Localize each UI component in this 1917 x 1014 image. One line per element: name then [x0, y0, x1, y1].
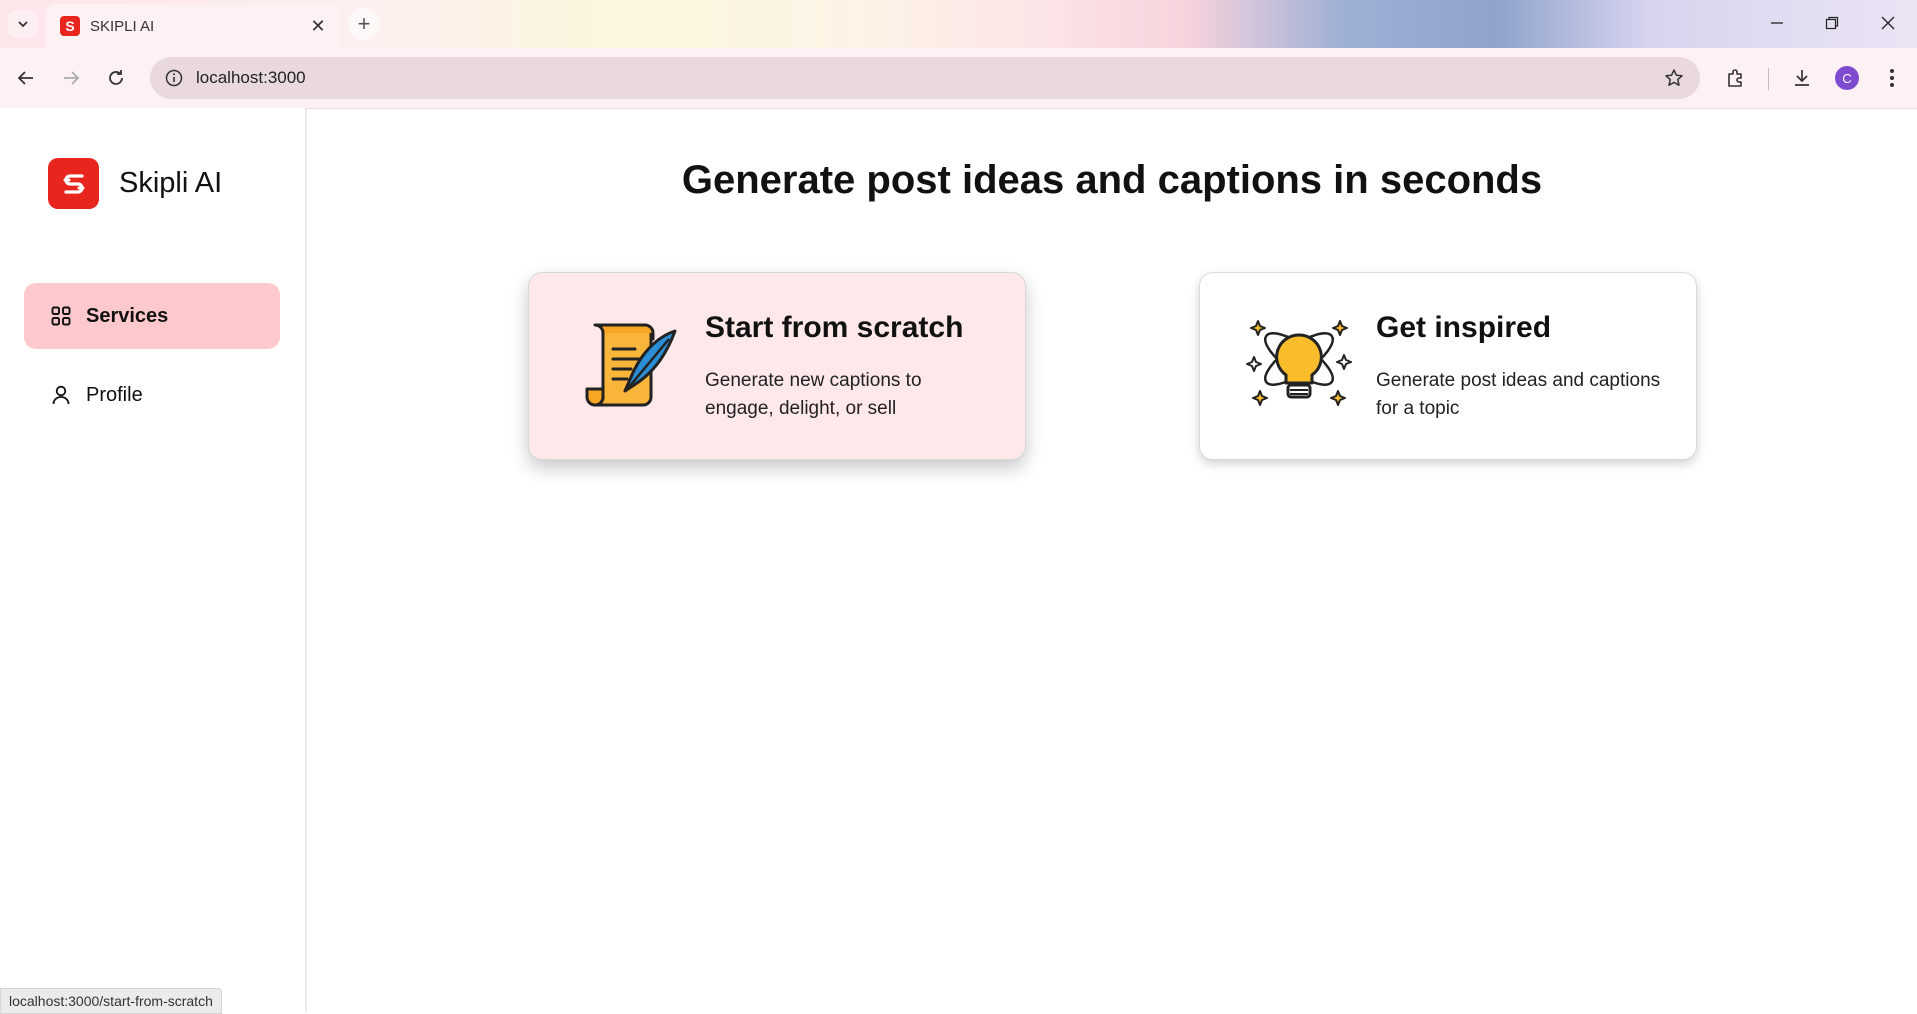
back-button[interactable]	[10, 62, 42, 94]
card-title: Get inspired	[1376, 311, 1552, 344]
page-title: Generate post ideas and captions in seco…	[681, 158, 1543, 202]
site-info-icon[interactable]	[162, 66, 186, 90]
close-tab-icon[interactable]: ✕	[308, 16, 328, 36]
url-text[interactable]: localhost:3000	[196, 68, 306, 88]
menu-kebab-icon[interactable]	[1876, 62, 1908, 94]
card-description: Generate new captions to engage, delight…	[705, 370, 922, 419]
logo-icon	[48, 158, 99, 209]
close-window-icon[interactable]	[1868, 8, 1908, 38]
forward-button[interactable]	[55, 62, 87, 94]
avatar: C	[1835, 66, 1859, 90]
browser-tab-bar: S SKIPLI AI ✕ +	[0, 0, 1917, 48]
reload-icon	[109, 70, 123, 85]
link-status-bar: localhost:3000/start-from-scratch	[0, 988, 222, 1014]
restore-icon[interactable]	[1812, 8, 1852, 38]
bookmark-star-icon[interactable]	[1662, 66, 1686, 90]
tab-search-button[interactable]	[8, 10, 38, 38]
address-bar[interactable]: localhost:3000	[150, 57, 1700, 99]
user-icon	[50, 384, 72, 406]
profile-button[interactable]: C	[1831, 62, 1863, 94]
main-content: Generate post ideas and captions in seco…	[307, 108, 1917, 1012]
card-description: Generate post ideas and captions for a t…	[1376, 370, 1661, 419]
chevron-down-icon	[18, 21, 28, 28]
sidebar-item-label: Services	[86, 304, 169, 327]
download-icon[interactable]	[1786, 62, 1818, 94]
start-from-scratch-card[interactable]: Start from scratch Generate new captions…	[528, 272, 1026, 460]
get-inspired-card[interactable]: Get inspired Generate post ideas and cap…	[1199, 272, 1697, 460]
sidebar: Skipli AI Services Profile	[0, 108, 307, 1012]
arrow-right-icon	[64, 71, 80, 85]
scroll-quill-icon	[585, 323, 677, 407]
minimize-icon[interactable]	[1757, 8, 1797, 38]
card-title: Start from scratch	[705, 311, 964, 344]
sidebar-item-profile[interactable]: Profile	[24, 362, 280, 428]
extensions-icon[interactable]	[1720, 62, 1752, 94]
sidebar-item-label: Profile	[86, 383, 143, 406]
browser-toolbar: localhost:3000 C	[0, 48, 1917, 109]
arrow-left-icon	[17, 71, 33, 85]
toolbar-divider	[1768, 68, 1769, 90]
grid-icon	[50, 305, 72, 327]
brand-logo[interactable]: Skipli AI	[48, 158, 222, 209]
favicon-icon: S	[60, 16, 80, 36]
tab-title: SKIPLI AI	[90, 17, 155, 35]
browser-tab[interactable]: S SKIPLI AI ✕	[46, 4, 340, 48]
brand-name: Skipli AI	[119, 167, 223, 199]
new-tab-button[interactable]: +	[348, 8, 380, 40]
reload-button[interactable]	[100, 62, 132, 94]
lightbulb-icon	[1246, 320, 1352, 406]
sidebar-item-services[interactable]: Services	[24, 283, 280, 349]
